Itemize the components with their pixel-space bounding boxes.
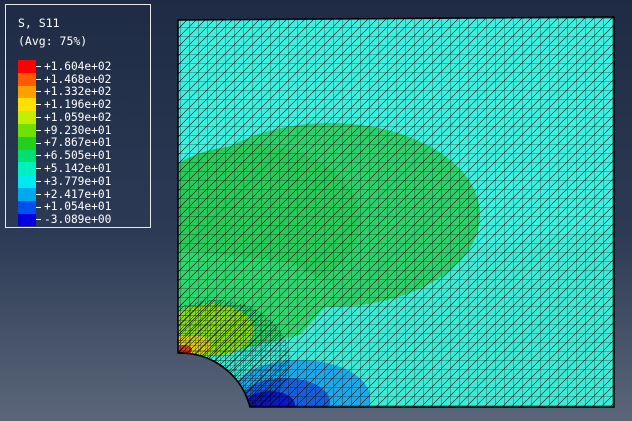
legend-color-swatch xyxy=(18,213,36,227)
legend-tick xyxy=(36,155,41,157)
legend-level-row: +9.230e+01 xyxy=(18,124,111,137)
legend-level-row: +1.196e+02 xyxy=(18,98,112,112)
contour-legend[interactable]: S, S11 (Avg: 75%) +1.604e+02 +1.468e+02 +1… xyxy=(5,4,151,228)
legend-tick xyxy=(36,219,41,221)
plate-model[interactable] xyxy=(140,10,630,421)
legend-color-swatch xyxy=(18,72,36,86)
legend-level-row: -3.089e+00 xyxy=(18,213,112,227)
legend-value-label: +1.604e+02 xyxy=(44,59,112,73)
legend-level-row: +6.505e+01 xyxy=(18,149,112,163)
legend-color-swatch xyxy=(18,175,36,188)
legend-level-row: +7.867e+01 xyxy=(18,136,112,150)
legend-tick xyxy=(36,206,41,208)
legend-subtitle: (Avg: 75%) xyxy=(18,34,88,48)
legend-color-swatch xyxy=(18,60,36,73)
legend-value-label: +1.054e+01 xyxy=(44,200,112,214)
legend-value-label: +1.332e+02 xyxy=(44,85,112,99)
legend-level-row: +1.468e+02 xyxy=(18,73,111,86)
legend-value-label: +1.196e+02 xyxy=(44,98,112,112)
legend-value-label: +5.142e+01 xyxy=(44,162,112,176)
mesh-fine-near-hole xyxy=(178,300,290,407)
legend-color-swatch xyxy=(18,111,36,124)
legend-tick xyxy=(36,181,41,183)
legend-color-swatch xyxy=(18,187,36,201)
legend-value-label: +2.417e+01 xyxy=(44,187,112,201)
legend-color-swatch xyxy=(18,162,36,176)
legend-value-label: +6.505e+01 xyxy=(44,149,112,163)
legend-value-label: +3.779e+01 xyxy=(44,174,112,188)
legend-color-swatch xyxy=(18,85,36,99)
legend-value-label: +7.867e+01 xyxy=(44,136,112,150)
legend-value-label: +9.230e+01 xyxy=(44,123,112,137)
legend-tick xyxy=(36,193,41,195)
legend-tick xyxy=(36,168,41,170)
legend-level-row: +5.142e+01 xyxy=(18,162,112,176)
legend-color-swatch xyxy=(18,200,36,214)
legend-color-swatch xyxy=(18,123,36,137)
legend-color-swatch xyxy=(18,136,36,150)
legend-level-row: +3.779e+01 xyxy=(18,175,111,188)
legend-value-label: +1.468e+02 xyxy=(44,72,112,86)
legend-tick xyxy=(36,142,41,144)
legend-tick xyxy=(36,91,41,93)
legend-tick xyxy=(36,78,41,80)
legend-color-swatch xyxy=(18,98,36,112)
legend-level-row: +1.604e+02 xyxy=(18,60,111,73)
legend-value-label: +1.059e+02 xyxy=(44,110,112,124)
legend-title: S, S11 xyxy=(18,16,60,30)
legend-tick xyxy=(36,65,41,67)
legend-value-label: -3.089e+00 xyxy=(44,213,112,227)
legend-level-row: +2.417e+01 xyxy=(18,188,111,201)
legend-tick xyxy=(36,104,41,106)
legend-tick xyxy=(36,117,41,119)
legend-level-row: +1.059e+02 xyxy=(18,111,111,124)
legend-level-row: +1.054e+01 xyxy=(18,200,112,214)
legend-scale: +1.604e+02 +1.468e+02 +1.332e+02 +1.196e+02… xyxy=(18,60,112,227)
legend-tick xyxy=(36,129,41,131)
legend-level-row: +1.332e+02 xyxy=(18,85,112,99)
legend-color-swatch xyxy=(18,149,36,163)
